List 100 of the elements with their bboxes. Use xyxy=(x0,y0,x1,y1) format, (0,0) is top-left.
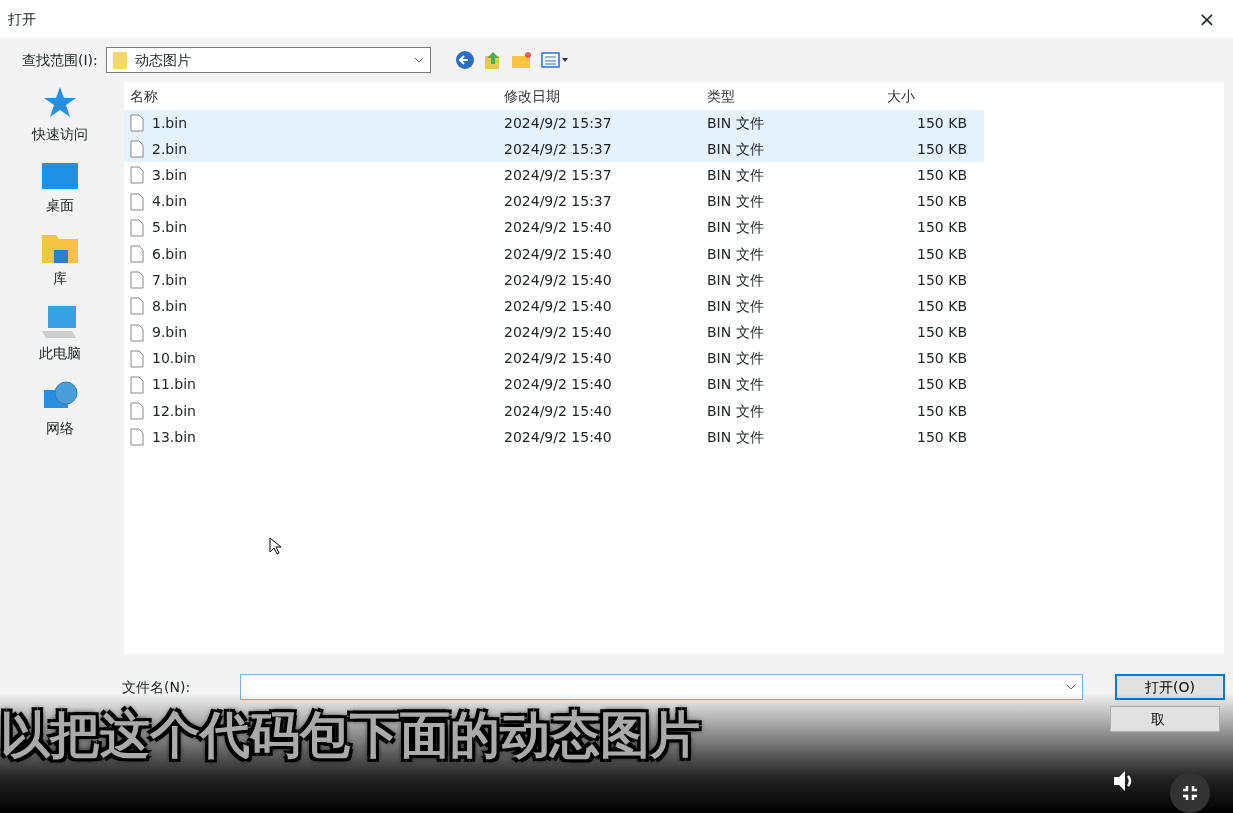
file-row[interactable]: 2.bin 2024/9/2 15:37 BIN 文件 150 KB xyxy=(124,136,984,163)
file-size: 150 KB xyxy=(916,401,967,421)
file-icon xyxy=(130,166,144,185)
file-icon xyxy=(130,245,144,264)
back-icon[interactable] xyxy=(454,50,475,70)
file-size: 150 KB xyxy=(916,165,967,185)
file-name: 3.bin xyxy=(152,165,187,185)
file-name: 9.bin xyxy=(152,323,187,343)
file-size: 150 KB xyxy=(916,427,967,447)
place-label[interactable]: 网络 xyxy=(46,418,74,439)
file-row[interactable]: 5.bin 2024/9/2 15:40 BIN 文件 150 KB xyxy=(124,214,984,241)
location-dropdown[interactable]: 动态图片 xyxy=(105,47,431,73)
file-size: 150 KB xyxy=(916,323,967,343)
file-icon xyxy=(130,375,144,394)
file-date: 2024/9/2 15:40 xyxy=(504,218,613,238)
file-row[interactable]: 7.bin 2024/9/2 15:40 BIN 文件 150 KB xyxy=(124,267,984,294)
file-row[interactable]: 3.bin 2024/9/2 15:37 BIN 文件 150 KB xyxy=(124,162,984,189)
file-type: BIN 文件 xyxy=(707,401,765,421)
new-folder-icon[interactable] xyxy=(510,50,533,70)
file-icon xyxy=(130,271,144,290)
file-name: 13.bin xyxy=(152,427,196,447)
file-date: 2024/9/2 15:37 xyxy=(504,192,613,212)
file-date: 2024/9/2 15:37 xyxy=(504,113,613,133)
file-date: 2024/9/2 15:40 xyxy=(504,349,613,369)
file-type: BIN 文件 xyxy=(707,349,765,369)
file-row[interactable]: 11.bin 2024/9/2 15:40 BIN 文件 150 KB xyxy=(124,371,984,399)
file-row[interactable]: 13.bin 2024/9/2 15:40 BIN 文件 150 KB xyxy=(124,424,984,451)
file-date: 2024/9/2 15:40 xyxy=(504,401,613,421)
file-date: 2024/9/2 15:40 xyxy=(504,270,613,290)
file-type: BIN 文件 xyxy=(707,427,765,447)
file-name: 8.bin xyxy=(152,296,187,316)
file-row[interactable]: 4.bin 2024/9/2 15:37 BIN 文件 150 KB xyxy=(124,188,984,215)
monitor-icon xyxy=(42,161,78,191)
folder-icon xyxy=(42,232,78,264)
file-icon xyxy=(130,114,144,133)
mouse-pointer-icon xyxy=(269,537,283,555)
computer-icon xyxy=(42,305,78,339)
file-name: 12.bin xyxy=(152,401,196,421)
file-type: BIN 文件 xyxy=(707,375,765,395)
file-date: 2024/9/2 15:40 xyxy=(504,296,613,316)
file-name: 2.bin xyxy=(152,139,187,159)
file-size: 150 KB xyxy=(916,375,967,395)
exit-fullscreen-icon[interactable] xyxy=(1170,773,1210,813)
file-size: 150 KB xyxy=(916,139,967,159)
place-label[interactable]: 桌面 xyxy=(46,195,74,216)
chevron-down-icon xyxy=(413,57,424,63)
file-type: BIN 文件 xyxy=(707,139,765,159)
file-type: BIN 文件 xyxy=(707,296,765,316)
file-icon xyxy=(130,428,144,447)
location-label: 查找范围(I): xyxy=(22,50,98,70)
file-name: 1.bin xyxy=(152,113,187,133)
file-size: 150 KB xyxy=(916,244,967,264)
open-button[interactable]: 打开(O) xyxy=(1115,674,1225,700)
place-label[interactable]: 快速访问 xyxy=(32,124,88,145)
chevron-down-icon xyxy=(1066,684,1076,690)
place-label[interactable]: 库 xyxy=(53,268,67,289)
file-type: BIN 文件 xyxy=(707,113,765,133)
file-icon xyxy=(130,218,144,237)
file-date: 2024/9/2 15:37 xyxy=(504,165,613,185)
column-header[interactable]: 名称 xyxy=(124,85,504,107)
file-size: 150 KB xyxy=(916,296,967,316)
file-date: 2024/9/2 15:40 xyxy=(504,244,613,264)
file-name: 4.bin xyxy=(152,192,187,212)
file-icon xyxy=(130,192,144,211)
file-name: 5.bin xyxy=(152,218,187,238)
file-row[interactable]: 12.bin 2024/9/2 15:40 BIN 文件 150 KB xyxy=(124,398,984,425)
file-name: 10.bin xyxy=(152,349,196,369)
file-size: 150 KB xyxy=(916,192,967,212)
file-row[interactable]: 8.bin 2024/9/2 15:40 BIN 文件 150 KB xyxy=(124,293,984,320)
close-button[interactable]: × xyxy=(1189,4,1225,34)
file-size: 150 KB xyxy=(916,349,967,369)
cancel-button[interactable]: 取 xyxy=(1110,706,1220,732)
file-icon xyxy=(130,297,144,316)
place-label[interactable]: 此电脑 xyxy=(39,343,81,364)
file-name: 7.bin xyxy=(152,270,187,290)
folder-icon xyxy=(112,51,127,69)
file-name: 6.bin xyxy=(152,244,187,264)
file-type: BIN 文件 xyxy=(707,165,765,185)
filename-field[interactable] xyxy=(240,674,1083,700)
file-icon xyxy=(130,140,144,159)
file-icon xyxy=(130,349,144,368)
file-row[interactable]: 6.bin 2024/9/2 15:40 BIN 文件 150 KB xyxy=(124,240,984,268)
column-header[interactable]: 类型 xyxy=(707,85,867,107)
file-row[interactable]: 1.bin 2024/9/2 15:37 BIN 文件 150 KB xyxy=(124,110,984,137)
file-date: 2024/9/2 15:40 xyxy=(504,323,613,343)
filename-label: 文件名(N): xyxy=(122,677,192,697)
file-type: BIN 文件 xyxy=(707,218,765,238)
file-size: 150 KB xyxy=(916,113,967,133)
file-type: BIN 文件 xyxy=(707,192,765,212)
file-date: 2024/9/2 15:40 xyxy=(504,427,613,447)
view-menu-icon[interactable] xyxy=(540,50,569,70)
star-icon xyxy=(43,86,77,120)
file-type: BIN 文件 xyxy=(707,244,765,264)
file-row[interactable]: 10.bin 2024/9/2 15:40 BIN 文件 150 KB xyxy=(124,345,984,372)
column-header[interactable]: 大小 xyxy=(867,85,967,107)
file-row[interactable]: 9.bin 2024/9/2 15:40 BIN 文件 150 KB xyxy=(124,319,984,346)
file-name: 11.bin xyxy=(152,375,196,395)
file-date: 2024/9/2 15:37 xyxy=(504,139,613,159)
file-icon xyxy=(130,402,144,421)
column-header[interactable]: 修改日期 xyxy=(504,85,707,107)
